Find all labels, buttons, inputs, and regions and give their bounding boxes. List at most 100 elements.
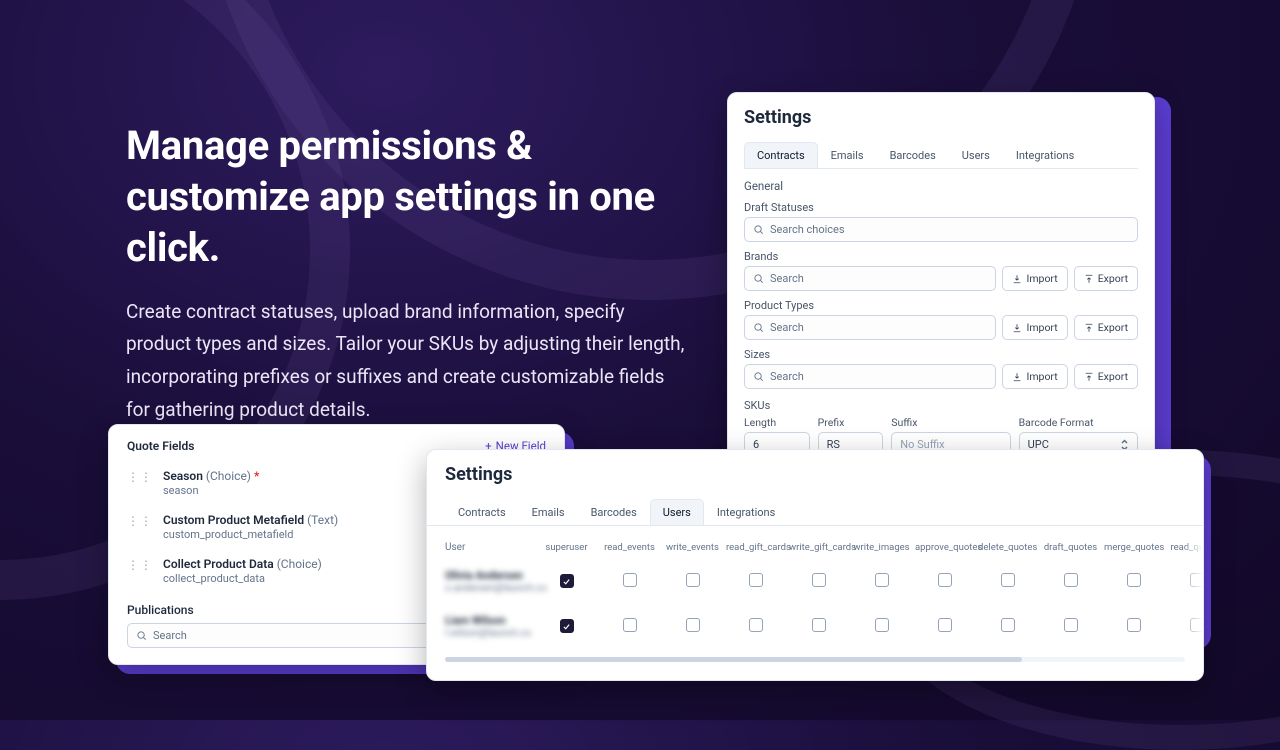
draft-statuses-search[interactable]: Search choices: [744, 217, 1138, 242]
brands-import-button[interactable]: Import: [1002, 266, 1067, 291]
checkbox[interactable]: [875, 618, 889, 632]
col-permission: write_events: [661, 536, 724, 559]
settings-tabs: Contracts Emails Barcodes Users Integrat…: [744, 142, 1138, 169]
col-permission: approve_quotes: [913, 536, 976, 559]
checkbox[interactable]: [686, 573, 700, 587]
drag-handle-icon[interactable]: ⋮⋮: [127, 469, 153, 483]
checkbox[interactable]: [812, 573, 826, 587]
permission-cell: [535, 613, 598, 640]
search-icon: [753, 322, 764, 333]
drag-handle-icon[interactable]: ⋮⋮: [127, 557, 153, 571]
search-icon: [136, 630, 147, 641]
col-permission: superuser: [535, 536, 598, 559]
quote-fields-title: Quote Fields: [127, 439, 194, 453]
search-icon: [753, 273, 764, 284]
permission-cell: [598, 612, 661, 641]
checkbox[interactable]: [875, 573, 889, 587]
checkbox[interactable]: [623, 573, 637, 587]
upload-icon: [1084, 274, 1094, 284]
permission-cell: [787, 567, 850, 596]
upload-icon: [1084, 323, 1094, 333]
col-permission: read_events: [598, 536, 661, 559]
table-row: Liam Wilsonl.wilson@launch.co: [445, 604, 1185, 649]
permission-cell: [724, 612, 787, 641]
checkbox[interactable]: [623, 618, 637, 632]
scrollbar-thumb[interactable]: [445, 657, 1022, 662]
users-tabs: Contracts Emails Barcodes Users Integrat…: [427, 499, 1203, 526]
permission-cell: [1039, 612, 1102, 641]
tab-barcodes[interactable]: Barcodes: [877, 142, 949, 168]
placeholder: Search: [153, 629, 187, 642]
fade-overlay: [1183, 536, 1203, 649]
permission-cell: [850, 567, 913, 596]
download-icon: [1012, 323, 1022, 333]
tab-barcodes[interactable]: Barcodes: [578, 499, 650, 525]
sizes-export-button[interactable]: Export: [1074, 364, 1138, 389]
checkbox[interactable]: [1064, 573, 1078, 587]
placeholder: Search: [770, 272, 804, 285]
download-icon: [1012, 372, 1022, 382]
permission-cell: [913, 612, 976, 641]
checkbox[interactable]: [1127, 618, 1141, 632]
label-brands: Brands: [744, 250, 1138, 263]
col-permission: read_gift_cards: [724, 536, 787, 559]
user-cell: Liam Wilsonl.wilson@launch.co: [445, 604, 535, 649]
brands-export-button[interactable]: Export: [1074, 266, 1138, 291]
brands-search[interactable]: Search: [744, 266, 996, 291]
col-permission: write_gift_cards: [787, 536, 850, 559]
upload-icon: [1084, 372, 1094, 382]
checkbox[interactable]: [749, 573, 763, 587]
search-icon: [753, 371, 764, 382]
search-icon: [753, 224, 764, 235]
checkbox[interactable]: [938, 618, 952, 632]
permission-cell: [1102, 567, 1165, 596]
tab-integrations[interactable]: Integrations: [704, 499, 788, 525]
table-row: Olivia Anderseno.andersen@launch.co: [445, 559, 1185, 604]
hero-body: Create contract statuses, upload brand i…: [126, 296, 686, 427]
checkbox[interactable]: [1127, 573, 1141, 587]
checkbox[interactable]: [1001, 618, 1015, 632]
checkbox[interactable]: [1001, 573, 1015, 587]
page-title: Settings: [427, 464, 1203, 485]
tab-users[interactable]: Users: [650, 499, 704, 525]
label-barcode-format: Barcode Format: [1019, 416, 1138, 429]
label-suffix: Suffix: [891, 416, 1010, 429]
label-draft-statuses: Draft Statuses: [744, 201, 1138, 214]
label-product-types: Product Types: [744, 299, 1138, 312]
product-types-search[interactable]: Search: [744, 315, 996, 340]
tab-integrations[interactable]: Integrations: [1003, 142, 1087, 168]
label-sizes: Sizes: [744, 348, 1138, 361]
product-types-import-button[interactable]: Import: [1002, 315, 1067, 340]
tab-emails[interactable]: Emails: [818, 142, 877, 168]
col-permission: draft_quotes: [1039, 536, 1102, 559]
col-permission: merge_quotes: [1102, 536, 1165, 559]
settings-card-users: Settings Contracts Emails Barcodes Users…: [426, 449, 1204, 681]
drag-handle-icon[interactable]: ⋮⋮: [127, 513, 153, 527]
checkbox[interactable]: [812, 618, 826, 632]
col-permission: delete_quotes: [976, 536, 1039, 559]
label-skus: SKUs: [744, 399, 1138, 412]
placeholder: Search: [770, 370, 804, 383]
tab-contracts[interactable]: Contracts: [744, 142, 818, 168]
permission-cell: [661, 612, 724, 641]
tab-contracts[interactable]: Contracts: [445, 499, 519, 525]
checkbox[interactable]: [749, 618, 763, 632]
sizes-import-button[interactable]: Import: [1002, 364, 1067, 389]
col-permission: write_images: [850, 536, 913, 559]
checkbox[interactable]: [560, 619, 574, 633]
tab-users[interactable]: Users: [949, 142, 1003, 168]
permission-cell: [787, 612, 850, 641]
checkbox[interactable]: [686, 618, 700, 632]
permission-cell: [976, 612, 1039, 641]
user-cell: Olivia Anderseno.andersen@launch.co: [445, 559, 535, 604]
checkbox[interactable]: [1064, 618, 1078, 632]
sizes-search[interactable]: Search: [744, 364, 996, 389]
horizontal-scrollbar[interactable]: [445, 657, 1185, 662]
product-types-export-button[interactable]: Export: [1074, 315, 1138, 340]
permission-cell: [1039, 567, 1102, 596]
checkbox[interactable]: [938, 573, 952, 587]
permission-cell: [850, 612, 913, 641]
permission-cell: [1102, 612, 1165, 641]
checkbox[interactable]: [560, 574, 574, 588]
tab-emails[interactable]: Emails: [519, 499, 578, 525]
